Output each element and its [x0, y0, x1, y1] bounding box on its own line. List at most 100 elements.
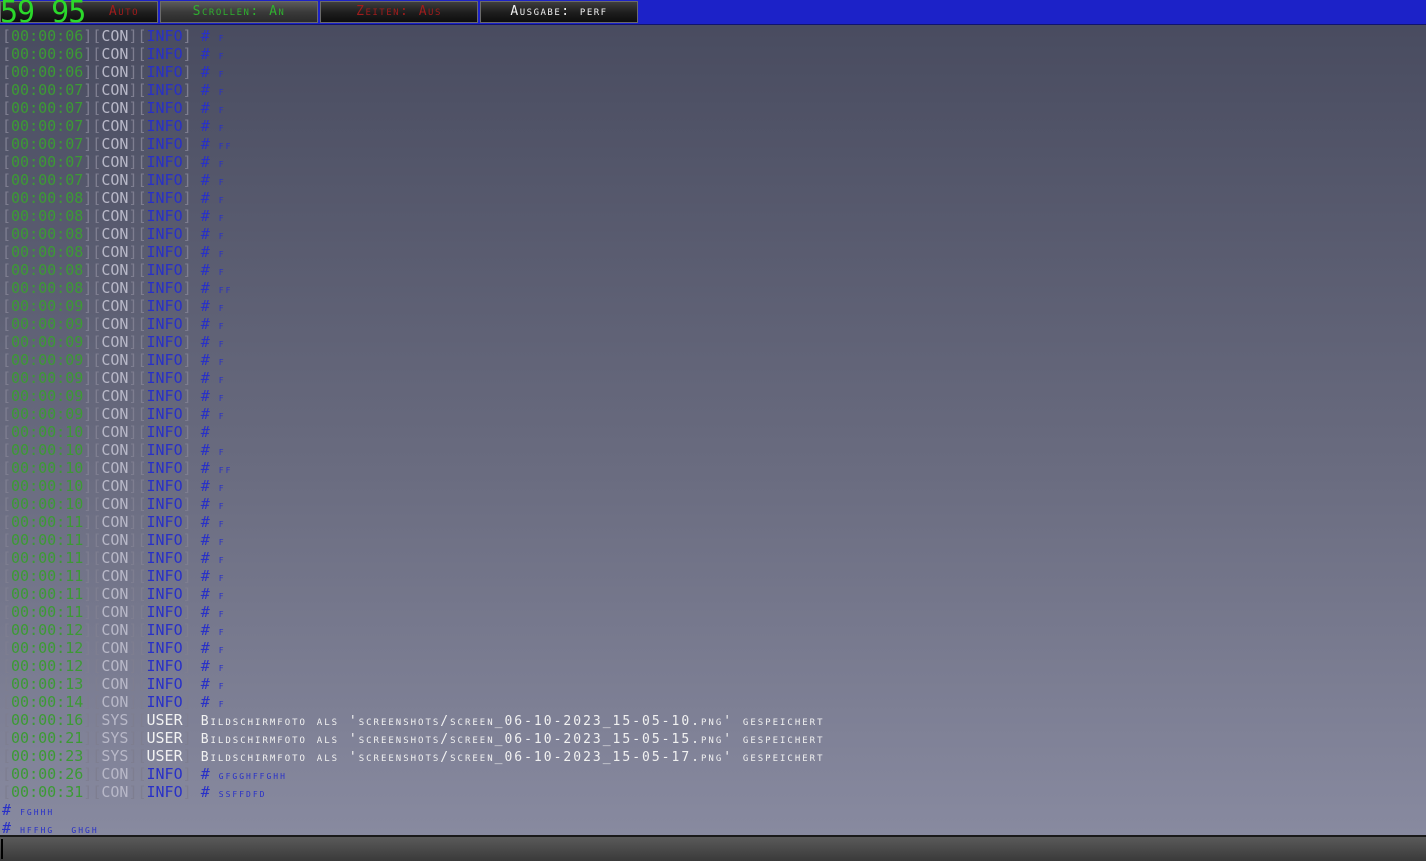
log-timestamp: 00:00:09	[11, 387, 84, 405]
bracket: ][	[83, 315, 102, 333]
log-source: CON	[101, 297, 129, 315]
log-row: [00:00:13][CON][INFO] # f	[2, 675, 1422, 693]
bracket: [	[2, 621, 12, 639]
bracket: ][	[83, 513, 102, 531]
log-level: INFO	[146, 675, 183, 693]
log-row: [00:00:08][CON][INFO] # f	[2, 189, 1422, 207]
log-message: f	[218, 157, 226, 170]
bracket: [	[2, 297, 12, 315]
bracket: ]	[182, 495, 201, 513]
log-timestamp: 00:00:09	[11, 405, 84, 423]
log-timestamp: 00:00:07	[11, 171, 84, 189]
hash-prefix: #	[200, 477, 219, 495]
log-source: CON	[101, 351, 129, 369]
log-level: INFO	[146, 621, 183, 639]
bracket: ][	[83, 333, 102, 351]
log-level: INFO	[146, 549, 183, 567]
bracket: ]	[182, 27, 201, 45]
log-level: INFO	[146, 693, 183, 711]
bracket: ]	[182, 603, 201, 621]
bracket: ]	[182, 99, 201, 117]
bracket: ][	[128, 63, 147, 81]
bracket: ][	[83, 423, 102, 441]
bracket: ][	[128, 207, 147, 225]
log-message: f	[218, 103, 226, 116]
bracket: [	[2, 531, 12, 549]
bracket: ]	[182, 315, 201, 333]
log-message: f	[218, 391, 226, 404]
log-message: f	[218, 535, 226, 548]
log-source: CON	[101, 63, 129, 81]
log-source: CON	[101, 261, 129, 279]
bracket: ]	[182, 351, 201, 369]
bracket: ]	[182, 171, 201, 189]
bracket: ][	[83, 99, 102, 117]
log-row: [00:00:31][CON][INFO] # ssffdfd	[2, 783, 1422, 801]
log-message: f	[218, 85, 226, 98]
log-source: CON	[101, 693, 129, 711]
console-log[interactable]: [00:00:06][CON][INFO] # f [00:00:06][CON]…	[2, 27, 1422, 837]
log-message: ssffdfd	[218, 787, 267, 800]
bracket: ][	[83, 207, 102, 225]
bracket: ][	[83, 243, 102, 261]
bracket: ][	[83, 531, 102, 549]
log-row: [00:00:07][CON][INFO] # f	[2, 171, 1422, 189]
bracket: ][	[128, 657, 147, 675]
bracket: ][	[83, 405, 102, 423]
log-timestamp: 00:00:08	[11, 207, 84, 225]
bracket: ]	[182, 45, 201, 63]
log-source: CON	[101, 333, 129, 351]
log-level: INFO	[146, 99, 183, 117]
log-timestamp: 00:00:10	[11, 441, 84, 459]
hash-prefix: #	[200, 549, 219, 567]
log-source: CON	[101, 441, 129, 459]
bracket: ][	[83, 297, 102, 315]
log-message: f	[218, 679, 226, 692]
log-message: f	[218, 49, 226, 62]
bracket: ][	[128, 783, 147, 801]
log-row: [00:00:23][SYS][USER] Bildschirmfoto als…	[2, 747, 1422, 765]
bracket: [	[2, 657, 12, 675]
hash-prefix: #	[200, 639, 219, 657]
log-timestamp: 00:00:12	[11, 639, 84, 657]
log-level: INFO	[146, 315, 183, 333]
log-message: ff	[218, 139, 233, 152]
log-timestamp: 00:00:13	[11, 675, 84, 693]
hash-prefix: #	[200, 243, 219, 261]
log-timestamp: 00:00:21	[11, 729, 84, 747]
hash-prefix: #	[200, 657, 219, 675]
bracket: ][	[83, 729, 102, 747]
bracket: ][	[128, 621, 147, 639]
bracket: ][	[128, 171, 147, 189]
log-row: [00:00:09][CON][INFO] # f	[2, 369, 1422, 387]
bracket: ]	[182, 513, 201, 531]
timestamps-toggle-button[interactable]: Zeiten: Aus	[320, 1, 478, 23]
bracket: [	[2, 747, 12, 765]
hash-prefix: #	[200, 603, 219, 621]
log-source: CON	[101, 675, 129, 693]
bracket: ][	[83, 675, 102, 693]
bracket: ][	[83, 63, 102, 81]
log-row: [00:00:08][CON][INFO] # f	[2, 225, 1422, 243]
output-filter-button[interactable]: Ausgabe: perf	[480, 1, 638, 23]
log-row: [00:00:11][CON][INFO] # f	[2, 531, 1422, 549]
log-row: [00:00:10][CON][INFO] # f	[2, 441, 1422, 459]
bracket: [	[2, 315, 12, 333]
bracket: [	[2, 405, 12, 423]
log-timestamp: 00:00:14	[11, 693, 84, 711]
hash-prefix: #	[200, 117, 219, 135]
bracket: ][	[83, 621, 102, 639]
hash-prefix: #	[200, 783, 219, 801]
bracket: ][	[128, 189, 147, 207]
bracket: [	[2, 585, 12, 603]
console-input[interactable]	[0, 835, 1426, 861]
bracket: ][	[83, 117, 102, 135]
log-row: [00:00:07][CON][INFO] # f	[2, 153, 1422, 171]
log-level: INFO	[146, 81, 183, 99]
hash-prefix: #	[200, 63, 219, 81]
scroll-toggle-button[interactable]: Scrollen: An	[160, 1, 318, 23]
log-level: USER	[146, 747, 183, 765]
log-level: INFO	[146, 243, 183, 261]
bracket: ][	[128, 495, 147, 513]
bracket: [	[2, 495, 12, 513]
